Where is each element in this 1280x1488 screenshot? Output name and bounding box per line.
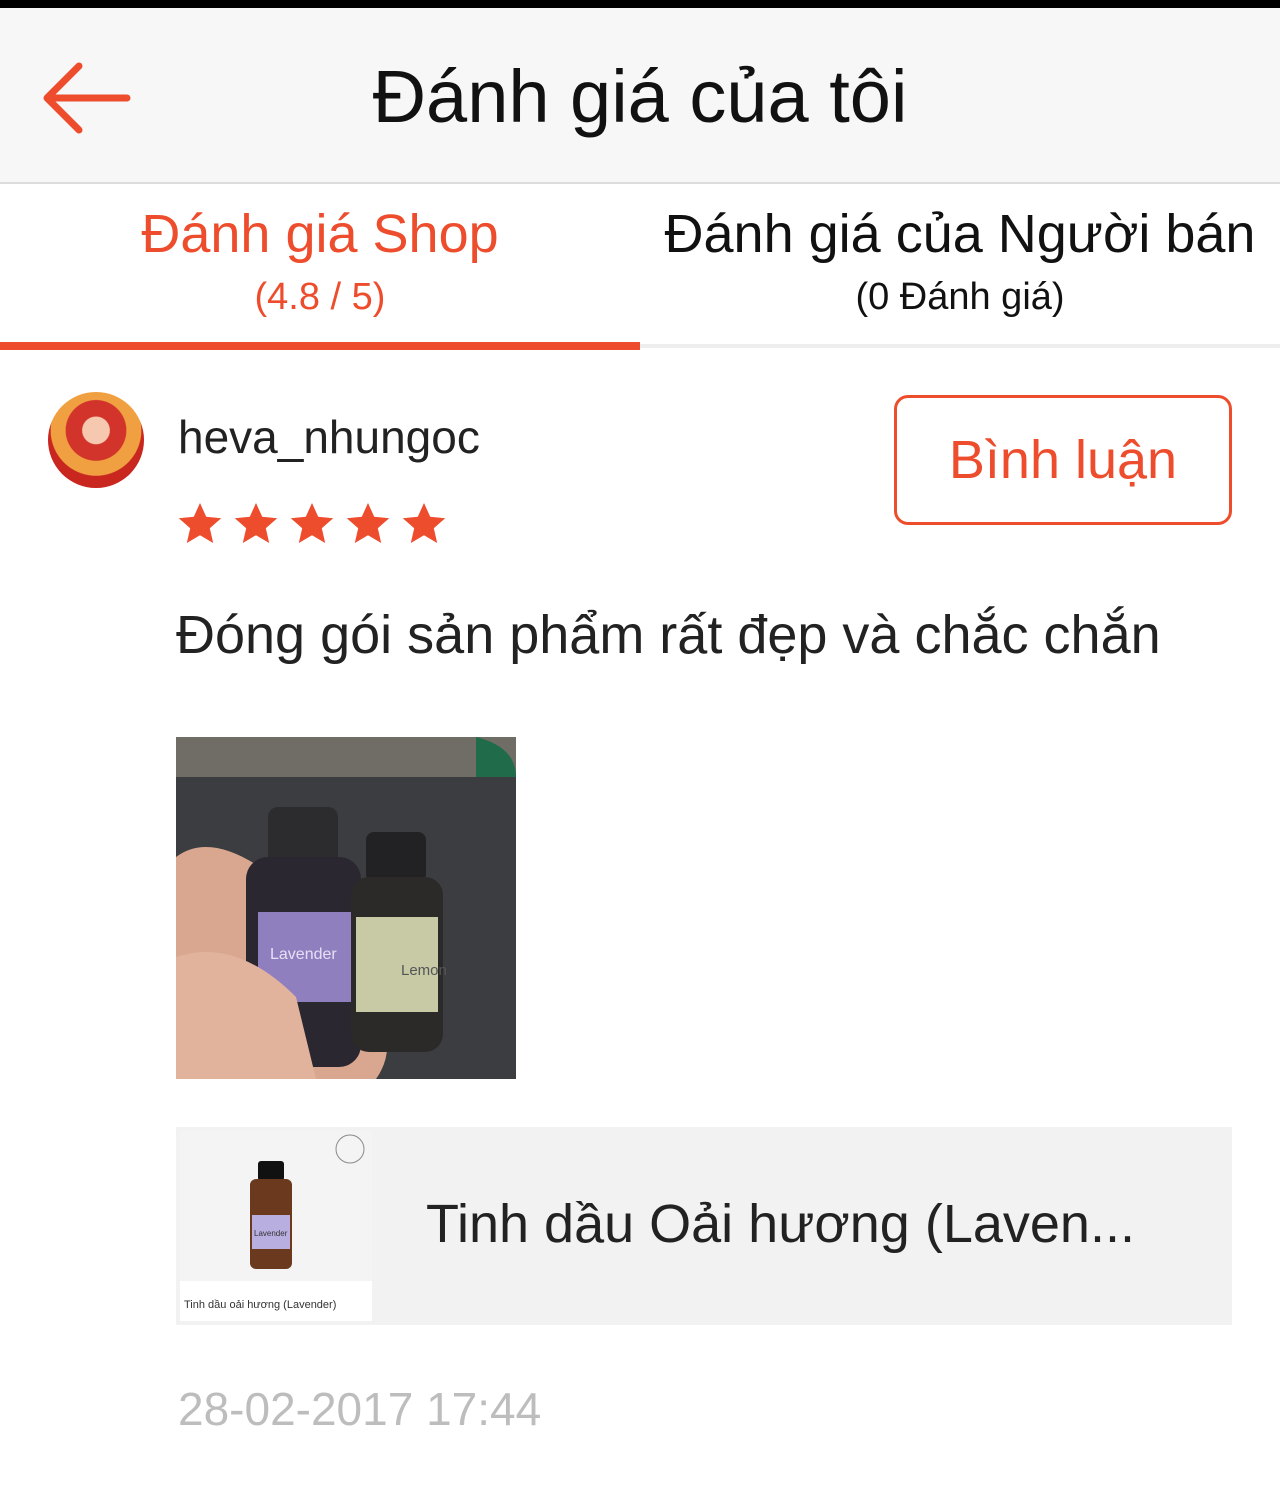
reviewer-username: heva_nhungoc [178,411,480,463]
tab-seller-rating-count: (0 Đánh giá) [855,276,1065,318]
star-rating [176,500,448,548]
comment-button[interactable]: Bình luận [894,395,1232,525]
tab-seller-rating-label: Đánh giá của Người bán [664,204,1256,264]
star-icon [346,503,390,543]
tab-seller-rating[interactable]: Đánh giá của Người bán (0 Đánh giá) [640,186,1280,350]
status-bar [0,0,1280,8]
active-tab-indicator [0,342,640,350]
star-icon [402,503,446,543]
tab-bar: Đánh giá Shop (4.8 / 5) Đánh giá của Ngư… [0,186,1280,350]
review-text: Đóng gói sản phẩm rất đẹp và chắc chắn [176,605,1161,665]
tab-shop-rating-score: (4.8 / 5) [254,276,386,318]
product-thumbnail-image: Lavender [180,1131,372,1281]
product-card[interactable]: Lavender Tinh dầu oải hương (Lavender) T… [176,1127,1232,1325]
product-thumbnail-caption: Tinh dầu oải hương (Lavender) [184,1299,337,1311]
review-photo[interactable]: Lavender Lemon [176,737,516,1079]
tab-shop-rating-label: Đánh giá Shop [141,204,499,264]
page-title: Đánh giá của tôi [372,55,908,138]
star-icon [178,503,222,543]
tab-divider [640,344,1280,348]
product-thumbnail: Lavender Tinh dầu oải hương (Lavender) [180,1131,372,1321]
photo-label-lavender: Lavender [270,946,337,963]
photo-label-lemon: Lemon [401,962,447,979]
review-timestamp: 28-02-2017 17:44 [178,1383,542,1435]
product-name: Tinh dầu Oải hương (Laven... [426,1194,1135,1254]
product-thumbnail-label: Lavender [254,1229,288,1238]
avatar[interactable] [48,392,144,488]
review-photo-image: Lavender Lemon [176,737,516,1079]
star-icon [234,503,278,543]
tab-shop-rating[interactable]: Đánh giá Shop (4.8 / 5) [0,186,640,350]
header-bar: Đánh giá của tôi [0,8,1280,184]
star-icon [290,503,334,543]
